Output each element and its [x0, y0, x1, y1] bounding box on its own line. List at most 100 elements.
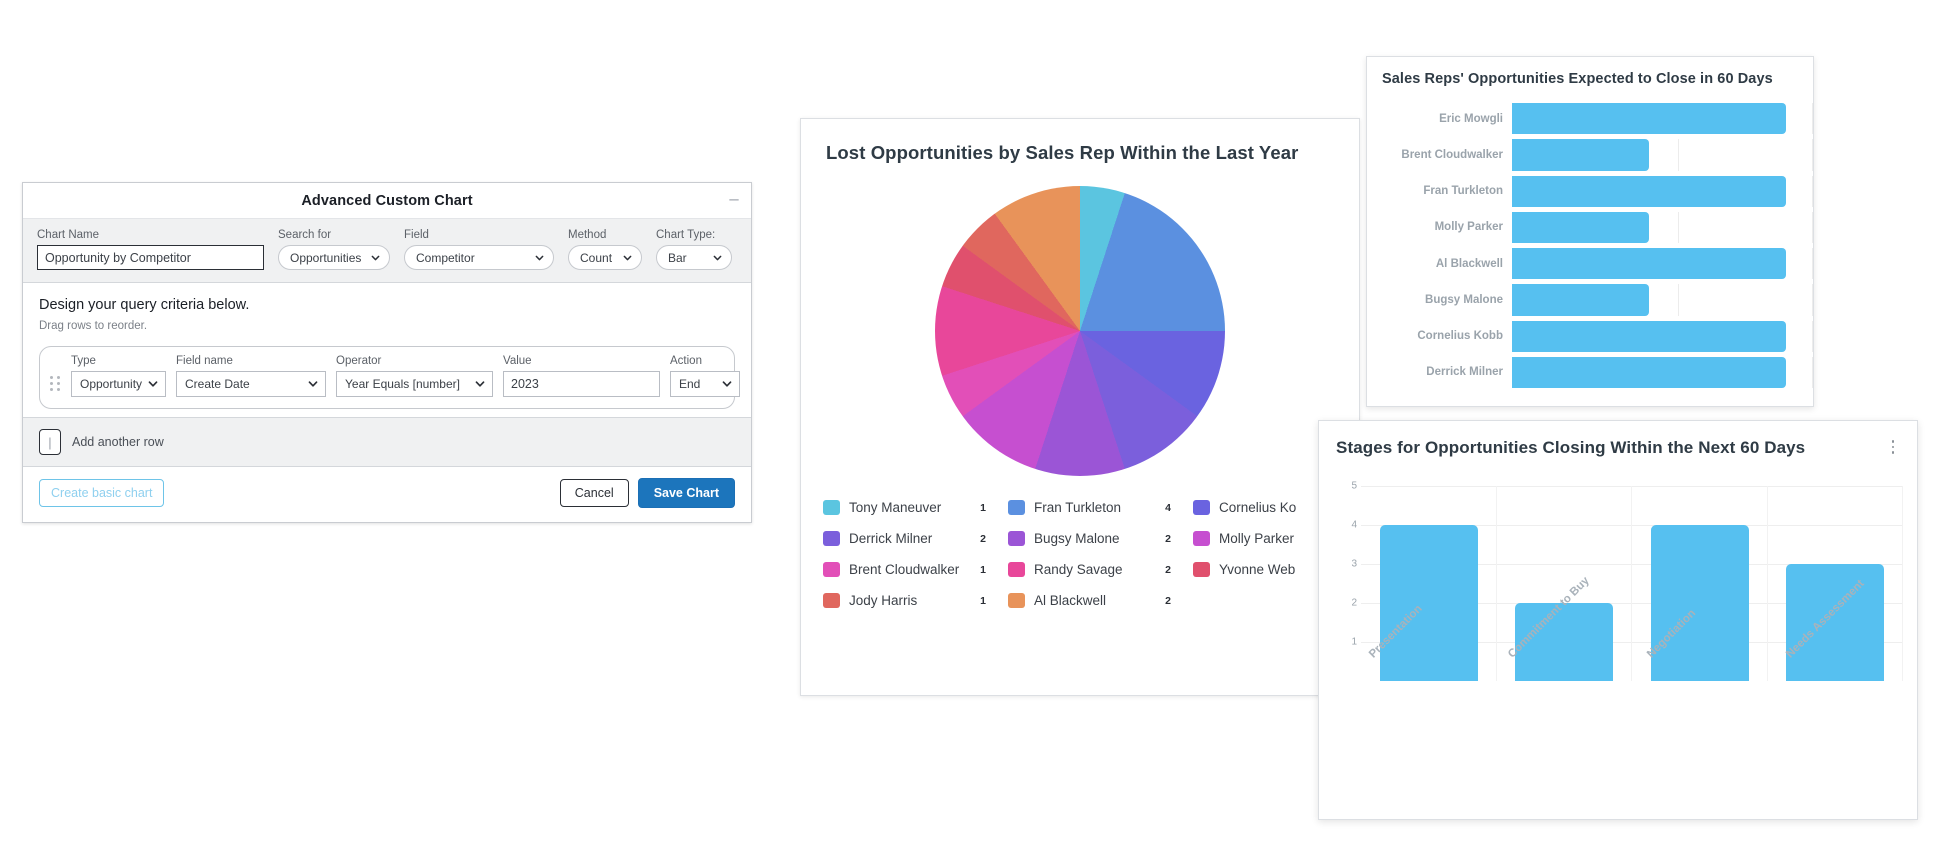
legend-color-swatch [823, 593, 840, 608]
y-axis-tick: 1 [1351, 636, 1357, 648]
hbar-category-label: Molly Parker [1434, 221, 1503, 234]
add-row-label: Add another row [72, 435, 164, 449]
column-chart-x-axis: Presentation Commitment to Buy Negotiation… [1361, 575, 1917, 754]
hbar-track [1512, 320, 1813, 352]
criteria-field-name-select[interactable]: Create Date [176, 371, 326, 397]
hbar-category-label: Brent Cloudwalker [1401, 148, 1503, 161]
plus-icon[interactable]: | [39, 429, 61, 455]
save-chart-button[interactable]: Save Chart [637, 478, 735, 508]
pie-legend-item[interactable]: Jody Harris 1 [823, 593, 1008, 608]
y-axis-tick: 4 [1351, 519, 1357, 531]
legend-color-swatch [1008, 562, 1025, 577]
chart-name-field-group: Chart Name [37, 229, 264, 270]
hbar-value-bar[interactable] [1512, 284, 1649, 316]
hbar-value-bar[interactable] [1512, 248, 1786, 280]
chart-type-field-group: Chart Type: Bar [656, 229, 732, 270]
footer-actions: Cancel Save Chart [559, 478, 735, 508]
legend-color-swatch [823, 562, 840, 577]
legend-color-swatch [1193, 562, 1210, 577]
criteria-type-select[interactable]: Opportunity [71, 371, 166, 397]
hbar-row: Eric Mowgli [1367, 103, 1813, 135]
search-for-value: Opportunities [290, 250, 362, 265]
cancel-button[interactable]: Cancel [559, 479, 629, 507]
chevron-collapse-icon[interactable] [727, 194, 741, 208]
chart-type-label: Chart Type: [656, 229, 716, 241]
pie-legend-item[interactable]: Al Blackwell 2 [1008, 593, 1193, 608]
search-for-label: Search for [278, 229, 332, 241]
legend-value: 2 [980, 532, 986, 545]
pie-legend-item[interactable]: Brent Cloudwalker 1 [823, 562, 1008, 577]
legend-label: Jody Harris [849, 593, 918, 608]
pie-legend-item[interactable]: Derrick Milner 2 [823, 531, 1008, 546]
y-axis-tick: 5 [1351, 480, 1357, 492]
x-axis-slot: Negotiation [1639, 607, 1778, 754]
pie-legend-item[interactable]: Bugsy Malone 2 [1008, 531, 1193, 546]
hbar-value-bar[interactable] [1512, 211, 1649, 243]
criteria-action-select[interactable]: End [670, 371, 740, 397]
hbar-row: Derrick Milner [1367, 356, 1813, 388]
chart-name-input[interactable] [37, 245, 264, 270]
criteria-type-value: Opportunity [80, 377, 143, 391]
legend-label: Bugsy Malone [1034, 531, 1120, 546]
legend-label: Yvonne Web [1219, 562, 1296, 577]
hbar-value-bar[interactable] [1512, 356, 1786, 388]
criteria-value-input[interactable] [503, 371, 660, 397]
criteria-action-group: Action End [670, 355, 740, 397]
criteria-field-name-label: Field name [176, 355, 233, 367]
chevron-down-icon [722, 379, 732, 389]
hbar-category-label: Fran Turkleton [1423, 185, 1503, 198]
method-select[interactable]: Count [568, 245, 642, 270]
hbar-row: Al Blackwell [1367, 248, 1813, 280]
criteria-operator-label: Operator [336, 355, 382, 367]
hbar-track [1512, 248, 1813, 280]
criteria-field-name-value: Create Date [185, 377, 250, 391]
chart-type-value: Bar [668, 250, 687, 265]
hbar-category-label: Eric Mowgli [1439, 112, 1503, 125]
pie-legend: Tony Maneuver 1 Fran Turkleton 4 Cornelius K… [801, 500, 1359, 608]
column-chart-title: Stages for Opportunities Closing Within … [1336, 438, 1806, 457]
hbar-value-bar[interactable] [1512, 139, 1649, 171]
pie-chart[interactable] [935, 186, 1225, 476]
legend-label: Tony Maneuver [849, 500, 942, 515]
criteria-value-label: Value [503, 355, 532, 367]
hbar-chart: Eric Mowgli Brent Cloudwalker Fran Turklet… [1367, 103, 1813, 393]
legend-label: Cornelius Ko [1219, 500, 1297, 515]
hbar-value-bar[interactable] [1512, 103, 1786, 135]
y-axis-tick: 3 [1351, 558, 1357, 570]
create-basic-chart-button[interactable]: Create basic chart [39, 479, 165, 507]
chevron-down-icon [308, 379, 318, 389]
method-value: Count [580, 250, 613, 265]
legend-value: 2 [1165, 563, 1171, 576]
dialog-title: Advanced Custom Chart [301, 192, 473, 209]
hbar-value-bar[interactable] [1512, 175, 1786, 207]
x-axis-slot: Presentation [1361, 603, 1500, 754]
legend-value: 1 [980, 501, 986, 514]
pie-chart-title: Lost Opportunities by Sales Rep Within t… [826, 142, 1299, 163]
legend-value: 1 [980, 563, 986, 576]
hbar-track [1512, 103, 1813, 135]
hbar-track [1512, 175, 1813, 207]
search-for-select[interactable]: Opportunities [278, 245, 390, 270]
add-row-section: | Add another row [23, 417, 751, 466]
legend-value: 1 [980, 594, 986, 607]
pie-legend-item[interactable]: Fran Turkleton 4 [1008, 500, 1193, 515]
method-field-group: Method Count [568, 229, 642, 270]
pie-legend-item[interactable]: Tony Maneuver 1 [823, 500, 1008, 515]
column-chart-header: Stages for Opportunities Closing Within … [1319, 421, 1917, 458]
x-axis-slot: Needs Assessment [1778, 578, 1917, 754]
pie-legend-item[interactable]: Randy Savage 2 [1008, 562, 1193, 577]
criteria-field-name-group: Field name Create Date [176, 355, 326, 397]
field-select[interactable]: Competitor [404, 245, 554, 270]
chevron-down-icon [475, 379, 485, 389]
kebab-menu-icon[interactable] [1885, 438, 1901, 456]
criteria-heading: Design your query criteria below. [39, 297, 250, 313]
hbar-chart-title: Sales Reps' Opportunities Expected to Cl… [1382, 71, 1773, 87]
hbar-value-bar[interactable] [1512, 320, 1786, 352]
criteria-operator-select[interactable]: Year Equals [number] [336, 371, 493, 397]
drag-handle-icon[interactable] [50, 372, 61, 394]
chevron-down-icon [371, 253, 380, 262]
chart-type-select[interactable]: Bar [656, 245, 732, 270]
chevron-down-icon [713, 253, 722, 262]
search-for-field-group: Search for Opportunities [278, 229, 390, 270]
legend-label: Derrick Milner [849, 531, 933, 546]
